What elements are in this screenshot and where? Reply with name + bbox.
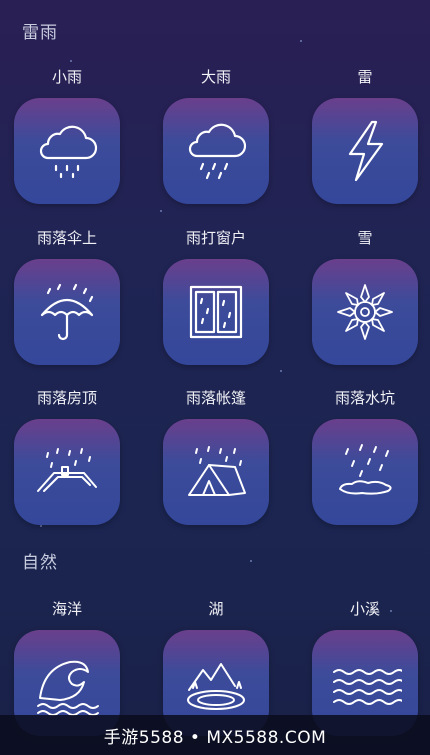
star-decoration bbox=[70, 60, 72, 62]
tile-label: 雨落房顶 bbox=[36, 389, 97, 407]
puddle-rain-icon bbox=[339, 444, 392, 495]
snowflake-icon bbox=[337, 284, 393, 340]
tile-label: 湖 bbox=[208, 600, 224, 618]
tile-label: 雨打窗户 bbox=[185, 229, 246, 247]
tile-icon-button[interactable] bbox=[14, 98, 120, 204]
tile-icon-button[interactable] bbox=[163, 98, 269, 204]
tile-icon-button[interactable] bbox=[312, 98, 418, 204]
watermark-bar: 手游5588 • MX5588.COM bbox=[0, 715, 430, 755]
tile-icon-button[interactable] bbox=[163, 419, 269, 525]
tile-lightning[interactable]: 雷 bbox=[290, 66, 430, 204]
tile-icon-button[interactable] bbox=[14, 419, 120, 525]
star-decoration bbox=[280, 370, 282, 372]
tile-label: 小溪 bbox=[349, 600, 380, 618]
tile-light-rain[interactable]: 小雨 bbox=[0, 66, 142, 204]
section-title-nature: 自然 bbox=[22, 553, 58, 573]
lake-icon bbox=[187, 663, 245, 710]
tile-puddle-rain[interactable]: 雨落水坑 bbox=[290, 387, 430, 525]
tile-roof-rain[interactable]: 雨落房顶 bbox=[0, 387, 142, 525]
star-decoration bbox=[300, 40, 302, 42]
tile-stream[interactable]: 小溪 bbox=[290, 598, 430, 736]
light-rain-icon bbox=[39, 125, 98, 179]
tent-rain-icon bbox=[188, 446, 246, 496]
tile-icon-button[interactable] bbox=[14, 259, 120, 365]
heavy-rain-icon bbox=[188, 123, 247, 180]
star-decoration bbox=[40, 525, 42, 527]
section-title-rain: 雷雨 bbox=[22, 23, 58, 43]
roof-rain-icon bbox=[37, 448, 97, 492]
tile-label: 海洋 bbox=[51, 600, 82, 618]
umbrella-rain-icon bbox=[40, 283, 94, 341]
lightning-icon bbox=[348, 120, 384, 182]
tile-umbrella-rain[interactable]: 雨落伞上 bbox=[0, 227, 142, 365]
tile-label: 雨落水坑 bbox=[334, 389, 395, 407]
ocean-wave-icon bbox=[37, 660, 99, 716]
tile-label: 雨落伞上 bbox=[36, 229, 97, 247]
tile-heavy-rain[interactable]: 大雨 bbox=[141, 66, 291, 204]
tile-icon-button[interactable] bbox=[312, 259, 418, 365]
tile-label: 大雨 bbox=[200, 68, 231, 86]
tile-label: 小雨 bbox=[51, 68, 82, 86]
watermark-text: 手游5588 • MX5588.COM bbox=[103, 727, 327, 748]
window-rain-icon bbox=[189, 285, 243, 339]
tile-tent-rain[interactable]: 雨落帐篷 bbox=[141, 387, 291, 525]
tile-label: 雨落帐篷 bbox=[185, 389, 246, 407]
tile-ocean[interactable]: 海洋 bbox=[0, 598, 142, 736]
tile-icon-button[interactable] bbox=[163, 259, 269, 365]
tile-snow[interactable]: 雪 bbox=[290, 227, 430, 365]
stream-icon bbox=[333, 669, 402, 705]
tile-window-rain[interactable]: 雨打窗户 bbox=[141, 227, 291, 365]
star-decoration bbox=[160, 210, 162, 212]
tile-label: 雷 bbox=[357, 68, 373, 86]
tile-icon-button[interactable] bbox=[312, 419, 418, 525]
tile-label: 雪 bbox=[357, 229, 373, 247]
tile-lake[interactable]: 湖 bbox=[141, 598, 291, 736]
star-decoration bbox=[250, 560, 252, 562]
